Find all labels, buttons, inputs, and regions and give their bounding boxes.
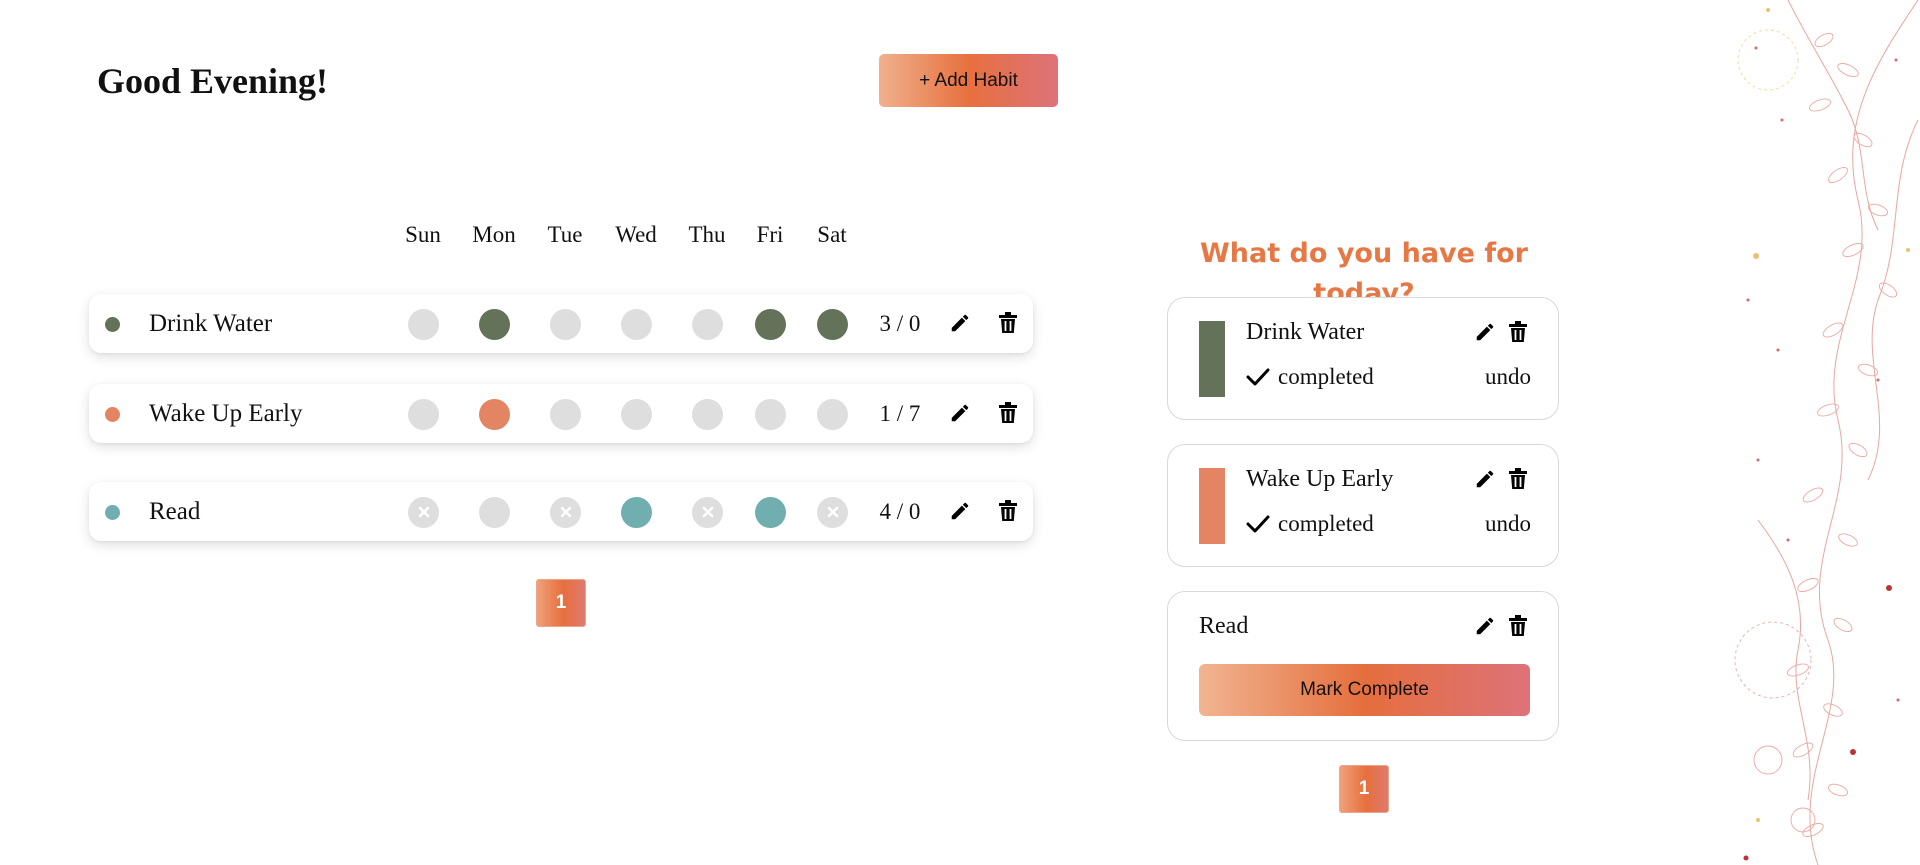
- completed-status: completed: [1246, 362, 1374, 392]
- check-icon: [1246, 367, 1270, 387]
- habit-row: Read 4 / 0: [89, 482, 1033, 541]
- day-toggle-sun[interactable]: [408, 496, 439, 528]
- day-toggle-sat[interactable]: [817, 496, 848, 528]
- habit-tracker-page: Good Evening! + Add Habit Sun Mon Tue Wed Th…: [0, 0, 1920, 865]
- day-toggle-sat[interactable]: [817, 308, 848, 340]
- day-toggle-sat[interactable]: [817, 398, 848, 430]
- x-icon: [560, 506, 572, 518]
- x-icon: [702, 506, 714, 518]
- trash-icon[interactable]: [994, 497, 1022, 525]
- pencil-icon[interactable]: [946, 309, 974, 337]
- today-card: Wake Up Early completed undo: [1167, 444, 1559, 567]
- day-toggle-thu[interactable]: [692, 496, 723, 528]
- day-toggle-sun[interactable]: [408, 398, 439, 430]
- day-toggle-tue[interactable]: [550, 308, 581, 340]
- today-habit-name: Drink Water: [1246, 318, 1365, 345]
- day-toggle-tue[interactable]: [550, 398, 581, 430]
- day-toggle-wed[interactable]: [621, 308, 652, 340]
- habit-color-dot: [105, 316, 120, 332]
- habits-page-button[interactable]: 1: [536, 579, 586, 627]
- habit-name: Wake Up Early: [149, 399, 303, 427]
- day-header-fri: Fri: [756, 222, 784, 247]
- pencil-icon[interactable]: [1471, 612, 1499, 640]
- habit-name: Read: [149, 497, 201, 525]
- habit-name: Drink Water: [149, 309, 273, 337]
- today-habit-name: Wake Up Early: [1246, 465, 1394, 492]
- habit-count: 4 / 0: [879, 498, 921, 524]
- mark-complete-button[interactable]: Mark Complete: [1199, 664, 1530, 716]
- completed-label: completed: [1278, 511, 1374, 536]
- habit-color-dot: [105, 406, 120, 422]
- day-toggle-thu[interactable]: [692, 308, 723, 340]
- completed-label: completed: [1278, 364, 1374, 389]
- day-header-thu: Thu: [688, 222, 726, 247]
- add-habit-button[interactable]: + Add Habit: [879, 54, 1058, 107]
- day-toggle-thu[interactable]: [692, 398, 723, 430]
- day-toggle-mon[interactable]: [479, 496, 510, 528]
- habit-count: 1 / 7: [879, 400, 921, 426]
- habit-row: Wake Up Early 1 / 7: [89, 384, 1033, 443]
- day-header-tue: Tue: [547, 222, 583, 247]
- habit-count: 3 / 0: [879, 310, 921, 336]
- day-toggle-tue[interactable]: [550, 496, 581, 528]
- day-toggle-fri[interactable]: [755, 496, 786, 528]
- today-card: Drink Water completed undo: [1167, 297, 1559, 420]
- day-header-mon: Mon: [472, 222, 516, 247]
- day-header-sun: Sun: [405, 222, 441, 247]
- day-toggle-mon[interactable]: [479, 308, 510, 340]
- trash-icon[interactable]: [994, 309, 1022, 337]
- x-icon: [827, 506, 839, 518]
- floral-decoration: [1734, 0, 1919, 865]
- day-toggle-wed[interactable]: [621, 496, 652, 528]
- undo-button[interactable]: undo: [1485, 509, 1531, 539]
- day-header-wed: Wed: [615, 222, 657, 247]
- habit-color-bar: [1199, 321, 1225, 397]
- completed-status: completed: [1246, 509, 1374, 539]
- pencil-icon[interactable]: [946, 497, 974, 525]
- undo-button[interactable]: undo: [1485, 362, 1531, 392]
- pencil-icon[interactable]: [1471, 465, 1499, 493]
- trash-icon[interactable]: [1504, 318, 1532, 346]
- pencil-icon[interactable]: [946, 399, 974, 427]
- habit-color-bar: [1199, 468, 1225, 544]
- today-page-button[interactable]: 1: [1339, 765, 1389, 813]
- trash-icon[interactable]: [994, 399, 1022, 427]
- x-icon: [418, 506, 430, 518]
- day-header-sat: Sat: [817, 222, 847, 247]
- day-toggle-sun[interactable]: [408, 308, 439, 340]
- greeting-heading: Good Evening!: [97, 61, 329, 101]
- pencil-icon[interactable]: [1471, 318, 1499, 346]
- check-icon: [1246, 514, 1270, 534]
- today-card: Read Mark Complete: [1167, 591, 1559, 741]
- today-habit-name: Read: [1199, 612, 1249, 639]
- trash-icon[interactable]: [1504, 612, 1532, 640]
- day-toggle-fri[interactable]: [755, 308, 786, 340]
- day-toggle-mon[interactable]: [479, 398, 510, 430]
- habit-color-dot: [105, 504, 120, 520]
- day-toggle-fri[interactable]: [755, 398, 786, 430]
- trash-icon[interactable]: [1504, 465, 1532, 493]
- habit-row: Drink Water 3 / 0: [89, 294, 1033, 353]
- day-toggle-wed[interactable]: [621, 398, 652, 430]
